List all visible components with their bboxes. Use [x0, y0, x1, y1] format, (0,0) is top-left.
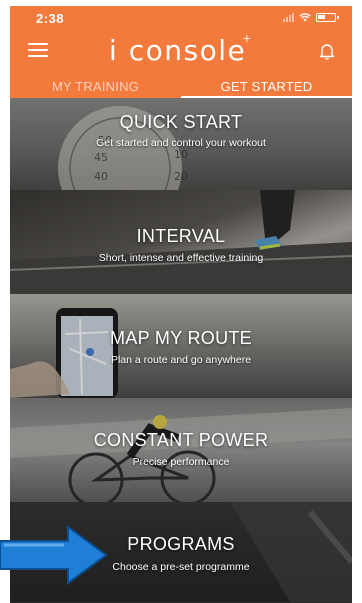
- card-title: QUICK START: [119, 112, 243, 132]
- interval-card[interactable]: INTERVAL Short, intense and effective tr…: [10, 190, 352, 294]
- tab-get-started[interactable]: GET STARTED: [181, 76, 352, 98]
- battery-icon: [316, 12, 339, 22]
- status-bar: 2:38: [10, 6, 352, 30]
- logo-mark: +: [242, 31, 253, 45]
- tab-bar: MY TRAINING GET STARTED: [10, 76, 352, 98]
- card-title: MAP MY ROUTE: [110, 328, 252, 348]
- status-time: 2:38: [36, 11, 65, 26]
- card-subtitle: Precise performance: [132, 456, 230, 468]
- card-subtitle: Short, intense and effective training: [98, 252, 264, 264]
- app-header: 2:38 i console+ MY TRAINING GET STARTED: [10, 6, 352, 98]
- constant-power-card[interactable]: CONSTANT POWER Precise performance: [10, 398, 352, 502]
- quick-start-card[interactable]: 50 45 40 20 10 QUICK START Get started a…: [10, 98, 352, 190]
- blue-arrow-pointer-icon: [0, 525, 108, 585]
- card-title: INTERVAL: [136, 226, 226, 246]
- card-subtitle: Get started and control your workout: [96, 137, 266, 149]
- card-title: CONSTANT POWER: [93, 430, 269, 450]
- cellular-signal-icon: [283, 12, 294, 22]
- logo-text: i console: [109, 34, 247, 67]
- card-subtitle: Plan a route and go anywhere: [110, 354, 252, 366]
- map-my-route-card[interactable]: MAP MY ROUTE Plan a route and go anywher…: [10, 294, 352, 398]
- notification-bell-icon[interactable]: [318, 42, 336, 60]
- status-icons: [283, 12, 339, 22]
- wifi-icon: [299, 13, 311, 22]
- tab-my-training[interactable]: MY TRAINING: [10, 76, 181, 98]
- app-screen: 2:38 i console+ MY TRAINING GET STARTED …: [10, 6, 352, 603]
- app-logo: i console+: [10, 31, 352, 67]
